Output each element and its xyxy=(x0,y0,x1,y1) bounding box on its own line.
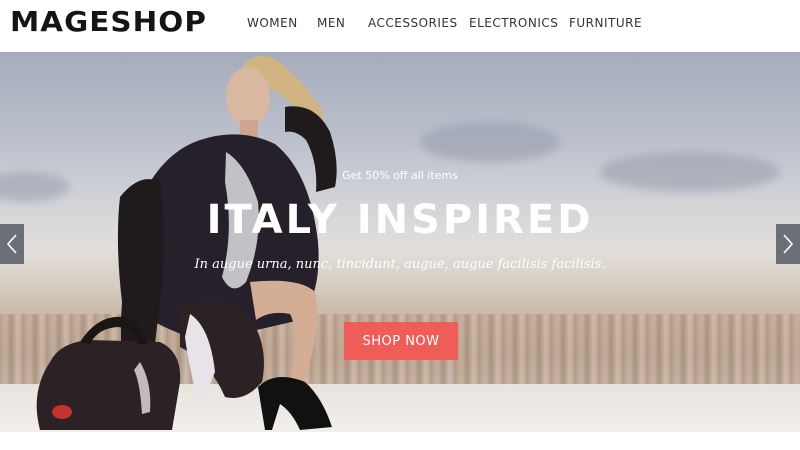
hero-tagline: In augue urna, nunc, tincidunt, augue, a… xyxy=(194,257,606,272)
slider-next-button[interactable] xyxy=(776,224,800,264)
nav-item-electronics[interactable]: ELECTRONICS xyxy=(469,16,558,30)
nav-item-accessories[interactable]: ACCESSORIES xyxy=(368,16,458,30)
hero-content: Get 50% off all items ITALY INSPIRED In … xyxy=(0,52,800,432)
hero-slider: Get 50% off all items ITALY INSPIRED In … xyxy=(0,52,800,432)
chevron-left-icon xyxy=(6,234,17,254)
hero-subtitle: Get 50% off all items xyxy=(342,169,458,182)
chevron-right-icon xyxy=(783,234,794,254)
shop-now-button[interactable]: SHOP NOW xyxy=(344,322,458,360)
nav-item-furniture[interactable]: FURNITURE xyxy=(569,16,642,30)
site-logo[interactable]: MAGESHOP xyxy=(10,5,207,38)
site-header: MAGESHOP WOMEN MEN ACCESSORIES ELECTRONI… xyxy=(0,0,800,52)
nav-item-men[interactable]: MEN xyxy=(317,16,345,30)
hero-headline: ITALY INSPIRED xyxy=(206,197,594,243)
slider-prev-button[interactable] xyxy=(0,224,24,264)
nav-item-women[interactable]: WOMEN xyxy=(247,16,298,30)
